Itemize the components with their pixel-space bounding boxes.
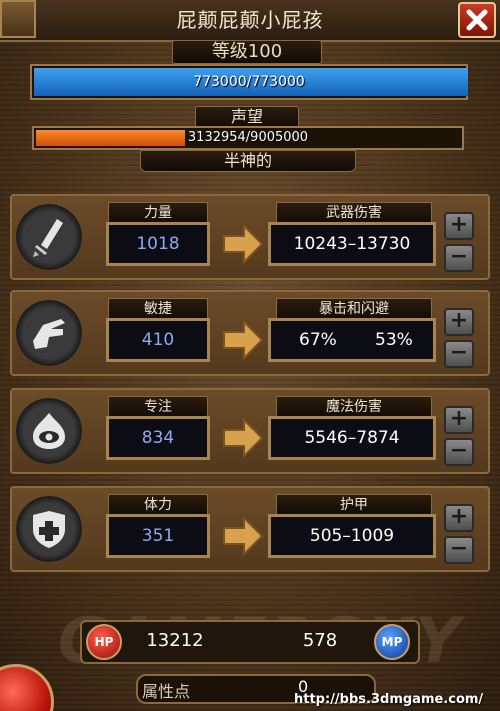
level-progress-text: 773000/773000	[193, 74, 305, 90]
stat-name: 体力	[108, 494, 208, 516]
stat-value: 351	[106, 514, 210, 558]
stat-result-label: 暴击和闪避	[276, 298, 432, 320]
decrease-button[interactable]: −	[444, 438, 474, 466]
hp-value: 13212	[146, 630, 204, 651]
stat-result-value: 10243–13730	[268, 222, 436, 266]
decrease-button[interactable]: −	[444, 536, 474, 564]
stat-name: 力量	[108, 202, 208, 224]
reputation-progress-bar: 3132954/9005000	[32, 126, 464, 150]
close-button[interactable]	[458, 2, 496, 38]
stat-row-agility: 敏捷 410 暴击和闪避 67% 53% + −	[10, 288, 490, 380]
stat-result-label: 护甲	[276, 494, 432, 516]
reputation-progress-text: 3132954/9005000	[187, 130, 309, 145]
character-stats-screen: 屁颠屁颠小屁孩 等级100 773000/773000 声望 3132954/9…	[0, 0, 500, 711]
source-url: http://bbs.3dmgame.com/	[294, 692, 484, 707]
stat-name: 敏捷	[108, 298, 208, 320]
mp-value: 578	[302, 630, 338, 651]
stat-row-strength: 力量 1018 武器伤害 10243–13730 + −	[10, 192, 490, 284]
focus-medal	[16, 398, 82, 464]
increase-button[interactable]: +	[444, 212, 474, 240]
stat-value: 1018	[106, 222, 210, 266]
crit-chance-value: 67%	[299, 330, 337, 350]
increase-button[interactable]: +	[444, 308, 474, 336]
arrow-right-icon	[223, 224, 264, 264]
character-name: 屁颠屁颠小屁孩	[176, 8, 324, 32]
arrow-right-icon	[223, 516, 264, 556]
stat-result-value: 5546–7874	[268, 416, 436, 460]
stat-result-value: 505–1009	[268, 514, 436, 558]
stamina-medal	[16, 496, 82, 562]
stat-row-stamina: 体力 351 护甲 505–1009 + −	[10, 484, 490, 576]
stat-result-label: 武器伤害	[276, 202, 432, 224]
stat-value: 834	[106, 416, 210, 460]
menu-corner-button[interactable]	[0, 0, 36, 38]
arrow-right-icon	[223, 320, 264, 360]
reputation-rank: 半神的	[140, 150, 356, 172]
reputation-label: 声望	[195, 106, 299, 128]
stat-name: 专注	[108, 396, 208, 418]
level-progress-bar: 773000/773000	[30, 64, 468, 100]
stat-result-label: 魔法伤害	[276, 396, 432, 418]
arrow-right-icon	[223, 418, 264, 458]
increase-button[interactable]: +	[444, 406, 474, 434]
stat-result-value: 67% 53%	[268, 318, 436, 362]
shield-cross-icon	[33, 511, 65, 548]
hand-icon	[33, 319, 65, 349]
dodge-chance-value: 53%	[375, 330, 413, 350]
strength-medal	[16, 204, 82, 270]
agility-medal	[16, 300, 82, 366]
level-label: 等级100	[172, 40, 322, 64]
stat-value: 410	[106, 318, 210, 362]
close-icon	[466, 9, 488, 31]
mp-badge: MP	[374, 624, 410, 660]
sword-icon	[33, 219, 63, 257]
attribute-points-label: 属性点	[142, 682, 191, 701]
decrease-button[interactable]: −	[444, 244, 474, 272]
eye-flame-icon	[33, 413, 65, 449]
increase-button[interactable]: +	[444, 504, 474, 532]
decrease-button[interactable]: −	[444, 340, 474, 368]
hp-badge: HP	[86, 624, 122, 660]
stat-row-focus: 专注 834 魔法伤害 5546–7874 + −	[10, 386, 490, 478]
